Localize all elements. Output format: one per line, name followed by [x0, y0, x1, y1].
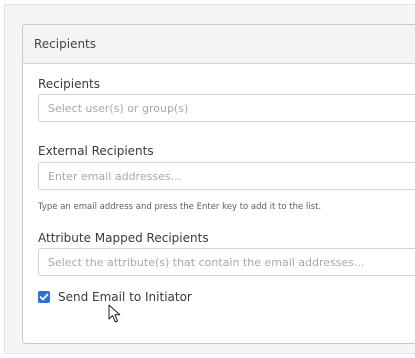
- attribute-recipients-label: Attribute Mapped Recipients: [38, 231, 209, 245]
- external-recipients-label: External Recipients: [38, 144, 154, 158]
- recipients-select[interactable]: Select user(s) or group(s): [38, 94, 415, 122]
- attribute-recipients-select[interactable]: Select the attribute(s) that contain the…: [38, 248, 415, 276]
- panel-header: Recipients: [23, 25, 415, 64]
- external-recipients-input[interactable]: Enter email addresses...: [38, 162, 415, 190]
- recipients-panel: Recipients Recipients Select user(s) or …: [22, 24, 415, 344]
- external-recipients-hint: Type an email address and press the Ente…: [38, 202, 322, 212]
- panel-title: Recipients: [34, 37, 97, 51]
- mouse-pointer-icon: [108, 304, 121, 323]
- recipients-label: Recipients: [38, 77, 101, 91]
- recipients-placeholder: Select user(s) or group(s): [48, 101, 189, 115]
- send-email-initiator-checkbox[interactable]: [38, 291, 50, 303]
- checkmark-icon: [39, 293, 49, 301]
- attribute-recipients-placeholder: Select the attribute(s) that contain the…: [48, 255, 365, 269]
- external-recipients-placeholder: Enter email addresses...: [48, 169, 182, 183]
- send-email-initiator-row[interactable]: Send Email to Initiator: [38, 290, 192, 304]
- send-email-initiator-label: Send Email to Initiator: [58, 290, 192, 304]
